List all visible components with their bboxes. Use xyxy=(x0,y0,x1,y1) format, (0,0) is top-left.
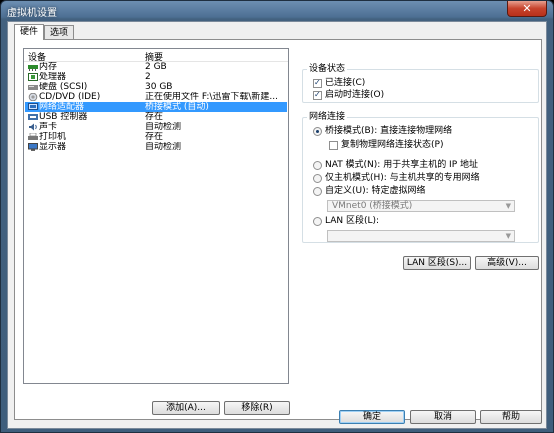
sound-card-icon xyxy=(29,123,37,131)
host-only-label[interactable]: 仅主机模式(H): 与主机共享的专用网络 xyxy=(325,173,480,183)
device-name: 处理器 xyxy=(39,72,67,82)
network-adapter-icon xyxy=(28,103,38,110)
printer-icon xyxy=(28,133,38,140)
device-row-processor[interactable]: 处理器 2 xyxy=(25,72,287,82)
device-row-usb[interactable]: USB 控制器 存在 xyxy=(25,112,287,122)
bridged-radio[interactable] xyxy=(313,127,322,136)
remove-device-button[interactable]: 移除(R) xyxy=(224,401,290,415)
device-summary: 自动检测 xyxy=(145,142,182,152)
lan-segments-button[interactable]: LAN 区段(S)... xyxy=(403,256,471,270)
replicate-state-label[interactable]: 复制物理网络连接状态(P) xyxy=(341,140,443,150)
processor-icon xyxy=(28,73,38,81)
device-summary: 桥接模式 (自动) xyxy=(145,102,209,112)
device-name: 打印机 xyxy=(39,132,67,142)
display-icon xyxy=(28,143,38,151)
add-device-button[interactable]: 添加(A)... xyxy=(152,401,220,415)
custom-network-select[interactable]: VMnet0 (桥接模式) ▼ xyxy=(327,200,515,212)
device-summary: 自动检测 xyxy=(145,122,182,132)
device-summary: 2 GB xyxy=(145,62,167,72)
nat-radio[interactable] xyxy=(313,161,322,170)
usb-icon xyxy=(28,114,38,120)
network-connection-title: 网络连接 xyxy=(307,112,348,122)
device-status-group: 设备状态 已连接(C) 启动时连接(O) xyxy=(302,64,539,103)
device-list-header: 设备 摘要 xyxy=(24,49,288,63)
nat-label[interactable]: NAT 模式(N): 用于共享主机的 IP 地址 xyxy=(325,160,478,170)
device-name: 显示器 xyxy=(39,142,67,152)
tab-options[interactable]: 选项 xyxy=(44,25,75,39)
lan-segment-select[interactable]: ▼ xyxy=(327,230,515,242)
network-connection-group: 网络连接 桥接模式(B): 直接连接物理网络 复制物理网络连接状态(P) NAT… xyxy=(302,112,539,243)
connected-label[interactable]: 已连接(C) xyxy=(325,78,365,88)
device-row-cd-dvd[interactable]: CD/DVD (IDE) 正在使用文件 F:\迅雷下载\新建... xyxy=(25,92,287,102)
device-row-memory[interactable]: 内存 2 GB xyxy=(25,62,287,72)
chevron-down-icon: ▼ xyxy=(505,232,511,240)
lan-segment-radio[interactable] xyxy=(313,217,322,226)
connect-at-power-on-checkbox[interactable] xyxy=(313,90,322,100)
hardware-panel: 设备 摘要 内存 2 GB 处理器 2 硬盘 (SCSI) 30 GB CD/D… xyxy=(14,39,542,420)
cancel-button[interactable]: 取消 xyxy=(410,410,476,424)
close-button[interactable]: ✕ xyxy=(507,1,547,17)
chevron-down-icon: ▼ xyxy=(505,202,511,210)
device-summary: 2 xyxy=(145,72,151,82)
device-summary: 存在 xyxy=(145,112,164,122)
device-row-display[interactable]: 显示器 自动检测 xyxy=(25,142,287,152)
vm-settings-window: 虚拟机设置 ✕ 硬件 选项 设备 摘要 内存 2 GB 处理器 2 硬盘 (SC… xyxy=(0,0,554,433)
ok-button[interactable]: 确定 xyxy=(339,410,405,424)
custom-label[interactable]: 自定义(U): 特定虚拟网络 xyxy=(325,186,426,196)
device-name: 声卡 xyxy=(39,122,58,132)
device-summary: 正在使用文件 F:\迅雷下载\新建... xyxy=(145,92,279,102)
cd-dvd-icon xyxy=(28,93,38,101)
device-row-hard-disk[interactable]: 硬盘 (SCSI) 30 GB xyxy=(25,82,287,92)
host-only-radio[interactable] xyxy=(313,174,322,183)
lan-segment-label[interactable]: LAN 区段(L): xyxy=(325,216,379,226)
custom-radio[interactable] xyxy=(313,187,322,196)
window-title: 虚拟机设置 xyxy=(7,8,57,19)
device-name: 网络适配器 xyxy=(39,102,85,112)
device-name: 硬盘 (SCSI) xyxy=(39,82,88,92)
custom-network-value: VMnet0 (桥接模式) xyxy=(332,201,413,211)
device-row-printer[interactable]: 打印机 存在 xyxy=(25,132,287,142)
hard-disk-icon xyxy=(28,85,38,90)
device-row-network-adapter[interactable]: 网络适配器 桥接模式 (自动) xyxy=(25,102,287,112)
advanced-button[interactable]: 高级(V)... xyxy=(475,256,539,270)
device-summary: 存在 xyxy=(145,132,164,142)
device-summary: 30 GB xyxy=(145,82,173,92)
device-name: USB 控制器 xyxy=(39,112,88,122)
title-bar[interactable]: 虚拟机设置 ✕ xyxy=(1,1,553,19)
replicate-state-checkbox[interactable] xyxy=(329,141,338,150)
tab-hardware[interactable]: 硬件 xyxy=(14,24,45,40)
device-name: 内存 xyxy=(39,62,58,72)
device-name: CD/DVD (IDE) xyxy=(39,92,101,102)
device-list[interactable]: 设备 摘要 内存 2 GB 处理器 2 硬盘 (SCSI) 30 GB CD/D… xyxy=(23,48,289,384)
connected-checkbox[interactable] xyxy=(313,78,322,88)
dialog-client: 硬件 选项 设备 摘要 内存 2 GB 处理器 2 硬盘 (SCSI) 30 G… xyxy=(7,21,547,429)
bridged-label[interactable]: 桥接模式(B): 直接连接物理网络 xyxy=(325,126,452,136)
device-status-title: 设备状态 xyxy=(307,64,348,74)
device-row-sound-card[interactable]: 声卡 自动检测 xyxy=(25,122,287,132)
memory-icon xyxy=(28,65,38,71)
help-button[interactable]: 帮助 xyxy=(480,410,542,424)
connect-at-power-on-label[interactable]: 启动时连接(O) xyxy=(325,90,384,100)
